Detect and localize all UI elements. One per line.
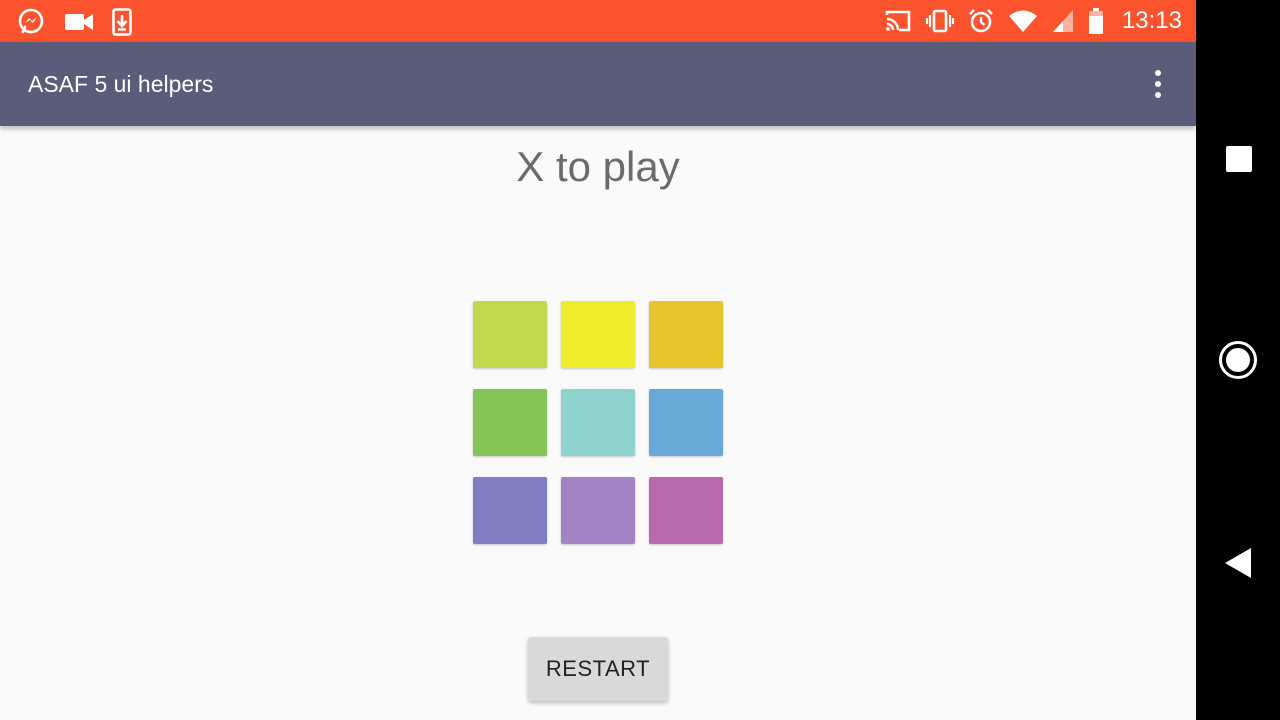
app-screen: 13:13 ASAF 5 ui helpers X to play RESTAR… [0, 0, 1196, 720]
download-icon [112, 8, 132, 36]
game-board [473, 301, 723, 545]
wifi-icon [1008, 9, 1038, 33]
board-cell-7[interactable] [473, 477, 547, 544]
home-circle-icon[interactable] [1219, 341, 1257, 379]
recents-square-icon[interactable] [1226, 146, 1252, 172]
status-bar: 13:13 [0, 0, 1196, 42]
more-vert-icon[interactable] [1146, 66, 1170, 102]
board-cell-3[interactable] [649, 301, 723, 368]
vibrate-icon [925, 9, 954, 33]
board-cell-8[interactable] [561, 477, 635, 544]
board-cell-6[interactable] [649, 389, 723, 456]
back-triangle-icon[interactable] [1225, 548, 1251, 578]
app-bar: ASAF 5 ui helpers [0, 42, 1196, 126]
board-cell-4[interactable] [473, 389, 547, 456]
alarm-icon [968, 8, 994, 34]
board-cell-5[interactable] [561, 389, 635, 456]
battery-icon [1088, 8, 1104, 34]
cast-icon [884, 9, 912, 33]
turn-status-label: X to play [516, 143, 680, 190]
app-title: ASAF 5 ui helpers [28, 71, 214, 97]
video-camera-icon [64, 11, 94, 33]
signal-icon [1052, 9, 1074, 33]
messenger-icon [16, 8, 46, 36]
board-cell-9[interactable] [649, 477, 723, 544]
clock: 13:13 [1121, 7, 1182, 34]
board-cell-2[interactable] [561, 301, 635, 368]
restart-button[interactable]: RESTART [528, 637, 668, 701]
board-cell-1[interactable] [473, 301, 547, 368]
